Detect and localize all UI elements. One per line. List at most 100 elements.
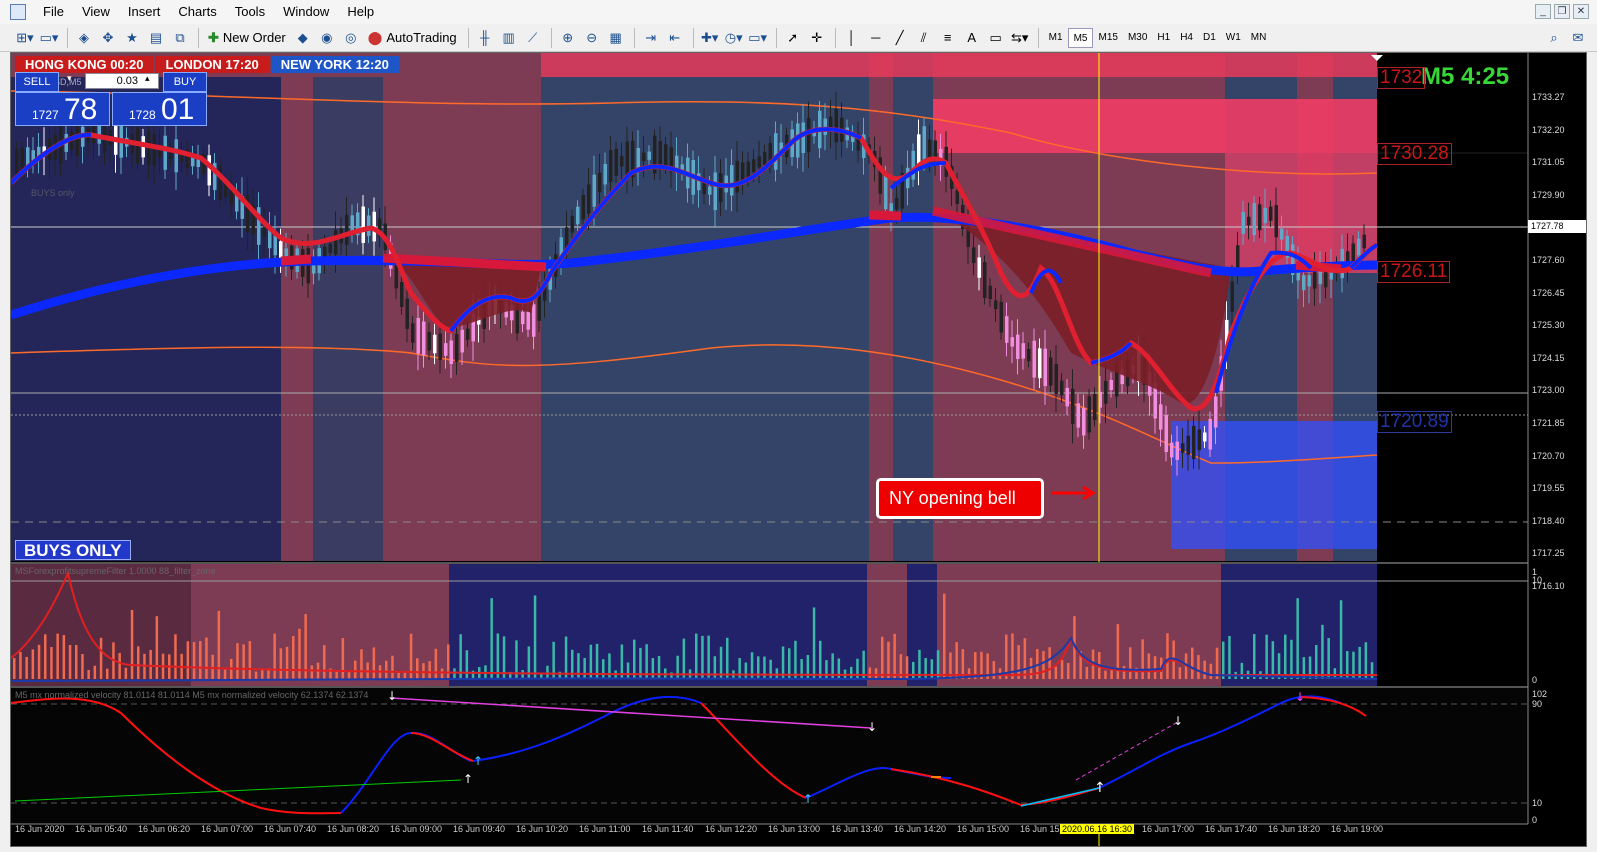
histogram-bar <box>1339 600 1343 679</box>
menu-charts[interactable]: Charts <box>169 0 225 24</box>
time-tick: 16 Jun 12:20 <box>705 824 758 834</box>
templates-icon[interactable]: ▭▾ <box>747 27 769 49</box>
zoom-in-icon[interactable]: ⊕ <box>557 27 579 49</box>
lot-up-icon[interactable]: ▴ <box>145 73 150 84</box>
sell-button[interactable]: SELL <box>15 72 59 92</box>
candlestick-icon[interactable]: ▥ <box>498 27 520 49</box>
search-icon[interactable]: ⌕ <box>1543 27 1565 49</box>
level-label: 1720.89 <box>1377 411 1452 433</box>
new-order-button[interactable]: ✚ New Order <box>204 27 290 49</box>
zoom-out-icon[interactable]: ⊖ <box>581 27 603 49</box>
price-chart[interactable]: ↑ ↑ ↑ ↑ ↓ ↓ ↓ ↓ HONG KONG 00:20 LONDON 1… <box>10 52 1587 847</box>
time-tick: 16 Jun 07:40 <box>264 824 317 834</box>
arrows-icon[interactable]: ⇆▾ <box>1009 27 1031 49</box>
candle-body <box>444 343 448 356</box>
signals-icon[interactable]: ◎ <box>340 27 362 49</box>
tf-m30[interactable]: M30 <box>1123 28 1152 48</box>
candle-body <box>422 321 426 356</box>
session-band <box>313 53 383 561</box>
navigator-icon[interactable]: ★ <box>121 27 143 49</box>
histogram-bar <box>1222 641 1225 679</box>
histogram-bar <box>149 649 152 679</box>
session-band <box>281 53 313 561</box>
histogram-bar <box>794 640 797 679</box>
histogram-bar <box>521 670 524 679</box>
lot-down-icon[interactable]: ▾ <box>67 73 72 84</box>
autotrading-button[interactable]: ⬤ AutoTrading <box>364 27 461 49</box>
candle-body <box>955 190 959 204</box>
price-tick: 1725.30 <box>1532 320 1565 331</box>
histogram-bar <box>192 642 196 679</box>
candle-body <box>1027 348 1031 362</box>
equidistant-channel-icon[interactable]: ⫽ <box>913 27 935 49</box>
chart-canvas[interactable]: ↑ ↑ ↑ ↑ ↓ ↓ ↓ ↓ <box>11 53 1587 847</box>
vertical-line-icon[interactable]: │ <box>841 27 863 49</box>
candle-body <box>400 281 404 308</box>
ind2-label: M5 mx normalized velocity 81.0114 81.011… <box>15 690 369 700</box>
menu-help[interactable]: Help <box>338 0 383 24</box>
histogram-bar <box>354 660 357 679</box>
tf-mn[interactable]: MN <box>1246 28 1272 48</box>
histogram-bar <box>106 668 109 679</box>
crosshair-icon[interactable]: ✛ <box>806 27 828 49</box>
line-chart-icon[interactable]: ⟋ <box>522 27 544 49</box>
restore-icon[interactable]: ❐ <box>1554 4 1570 19</box>
data-window-icon[interactable]: ✥ <box>97 27 119 49</box>
terminal-icon[interactable]: ▤ <box>145 27 167 49</box>
chat-icon[interactable]: ✉ <box>1567 27 1589 49</box>
histogram-bar <box>1296 598 1299 679</box>
sell-price[interactable]: 1727 78 <box>15 92 110 126</box>
text-label-icon[interactable]: ▭ <box>985 27 1007 49</box>
indicators-icon[interactable]: ✚▾ <box>699 27 721 49</box>
buy-price[interactable]: 1728 01 <box>112 92 207 126</box>
down-arrow-icon: ↓ <box>1295 690 1305 704</box>
trendline-icon[interactable]: ╱ <box>889 27 911 49</box>
up-arrow-icon: ↑ <box>1094 780 1106 796</box>
buy-button[interactable]: BUY <box>163 72 207 92</box>
cursor-icon[interactable]: ➚ <box>782 27 804 49</box>
periods-icon[interactable]: ◷▾ <box>723 27 745 49</box>
metaeditor-icon[interactable]: ◆ <box>292 27 314 49</box>
tf-d1[interactable]: D1 <box>1198 28 1221 48</box>
tile-windows-icon[interactable]: ▦ <box>605 27 627 49</box>
candle-body <box>1054 363 1058 394</box>
histogram-bar <box>137 646 140 679</box>
chart-shift-icon[interactable]: ⇤ <box>664 27 686 49</box>
new-chart-icon[interactable]: ⊞▾ <box>14 27 36 49</box>
menu-tools[interactable]: Tools <box>226 0 274 24</box>
tf-m1[interactable]: M1 <box>1044 28 1068 48</box>
horizontal-line-icon[interactable]: ─ <box>865 27 887 49</box>
tf-h4[interactable]: H4 <box>1175 28 1198 48</box>
menu-file[interactable]: File <box>34 0 73 24</box>
profiles-icon[interactable]: ▭▾ <box>38 27 60 49</box>
fibonacci-icon[interactable]: ≡ <box>937 27 959 49</box>
market-watch-icon[interactable]: ◈ <box>73 27 95 49</box>
candle-body <box>801 122 805 154</box>
price-tick: 1717.25 <box>1532 548 1565 559</box>
time-tick: 16 Jun 11:00 <box>579 824 631 834</box>
session-hong-kong: HONG KONG 00:20 <box>15 56 154 73</box>
scripts-icon[interactable]: ◉ <box>316 27 338 49</box>
tf-m15[interactable]: M15 <box>1093 28 1122 48</box>
histogram-bar <box>992 661 996 679</box>
candle-body <box>972 247 976 264</box>
auto-scroll-icon[interactable]: ⇥ <box>640 27 662 49</box>
candle-body <box>1307 275 1311 287</box>
histogram-bar <box>1315 645 1318 679</box>
strategy-tester-icon[interactable]: ⧉ <box>169 27 191 49</box>
price-axis[interactable]: 1733.271732.201731.051729.901728.751727.… <box>1528 53 1586 846</box>
candle-body <box>262 227 266 238</box>
menu-window[interactable]: Window <box>274 0 338 24</box>
menu-insert[interactable]: Insert <box>119 0 170 24</box>
menu-view[interactable]: View <box>73 0 119 24</box>
candle-body <box>977 257 981 278</box>
candle-body <box>1082 407 1086 436</box>
histogram-bar <box>1178 667 1182 679</box>
minimize-icon[interactable]: _ <box>1535 4 1551 19</box>
tf-h1[interactable]: H1 <box>1152 28 1175 48</box>
tf-m5[interactable]: M5 <box>1067 27 1094 48</box>
close-icon[interactable]: ✕ <box>1573 4 1589 19</box>
bar-chart-icon[interactable]: ╫ <box>474 27 496 49</box>
text-icon[interactable]: A <box>961 27 983 49</box>
tf-w1[interactable]: W1 <box>1221 28 1246 48</box>
